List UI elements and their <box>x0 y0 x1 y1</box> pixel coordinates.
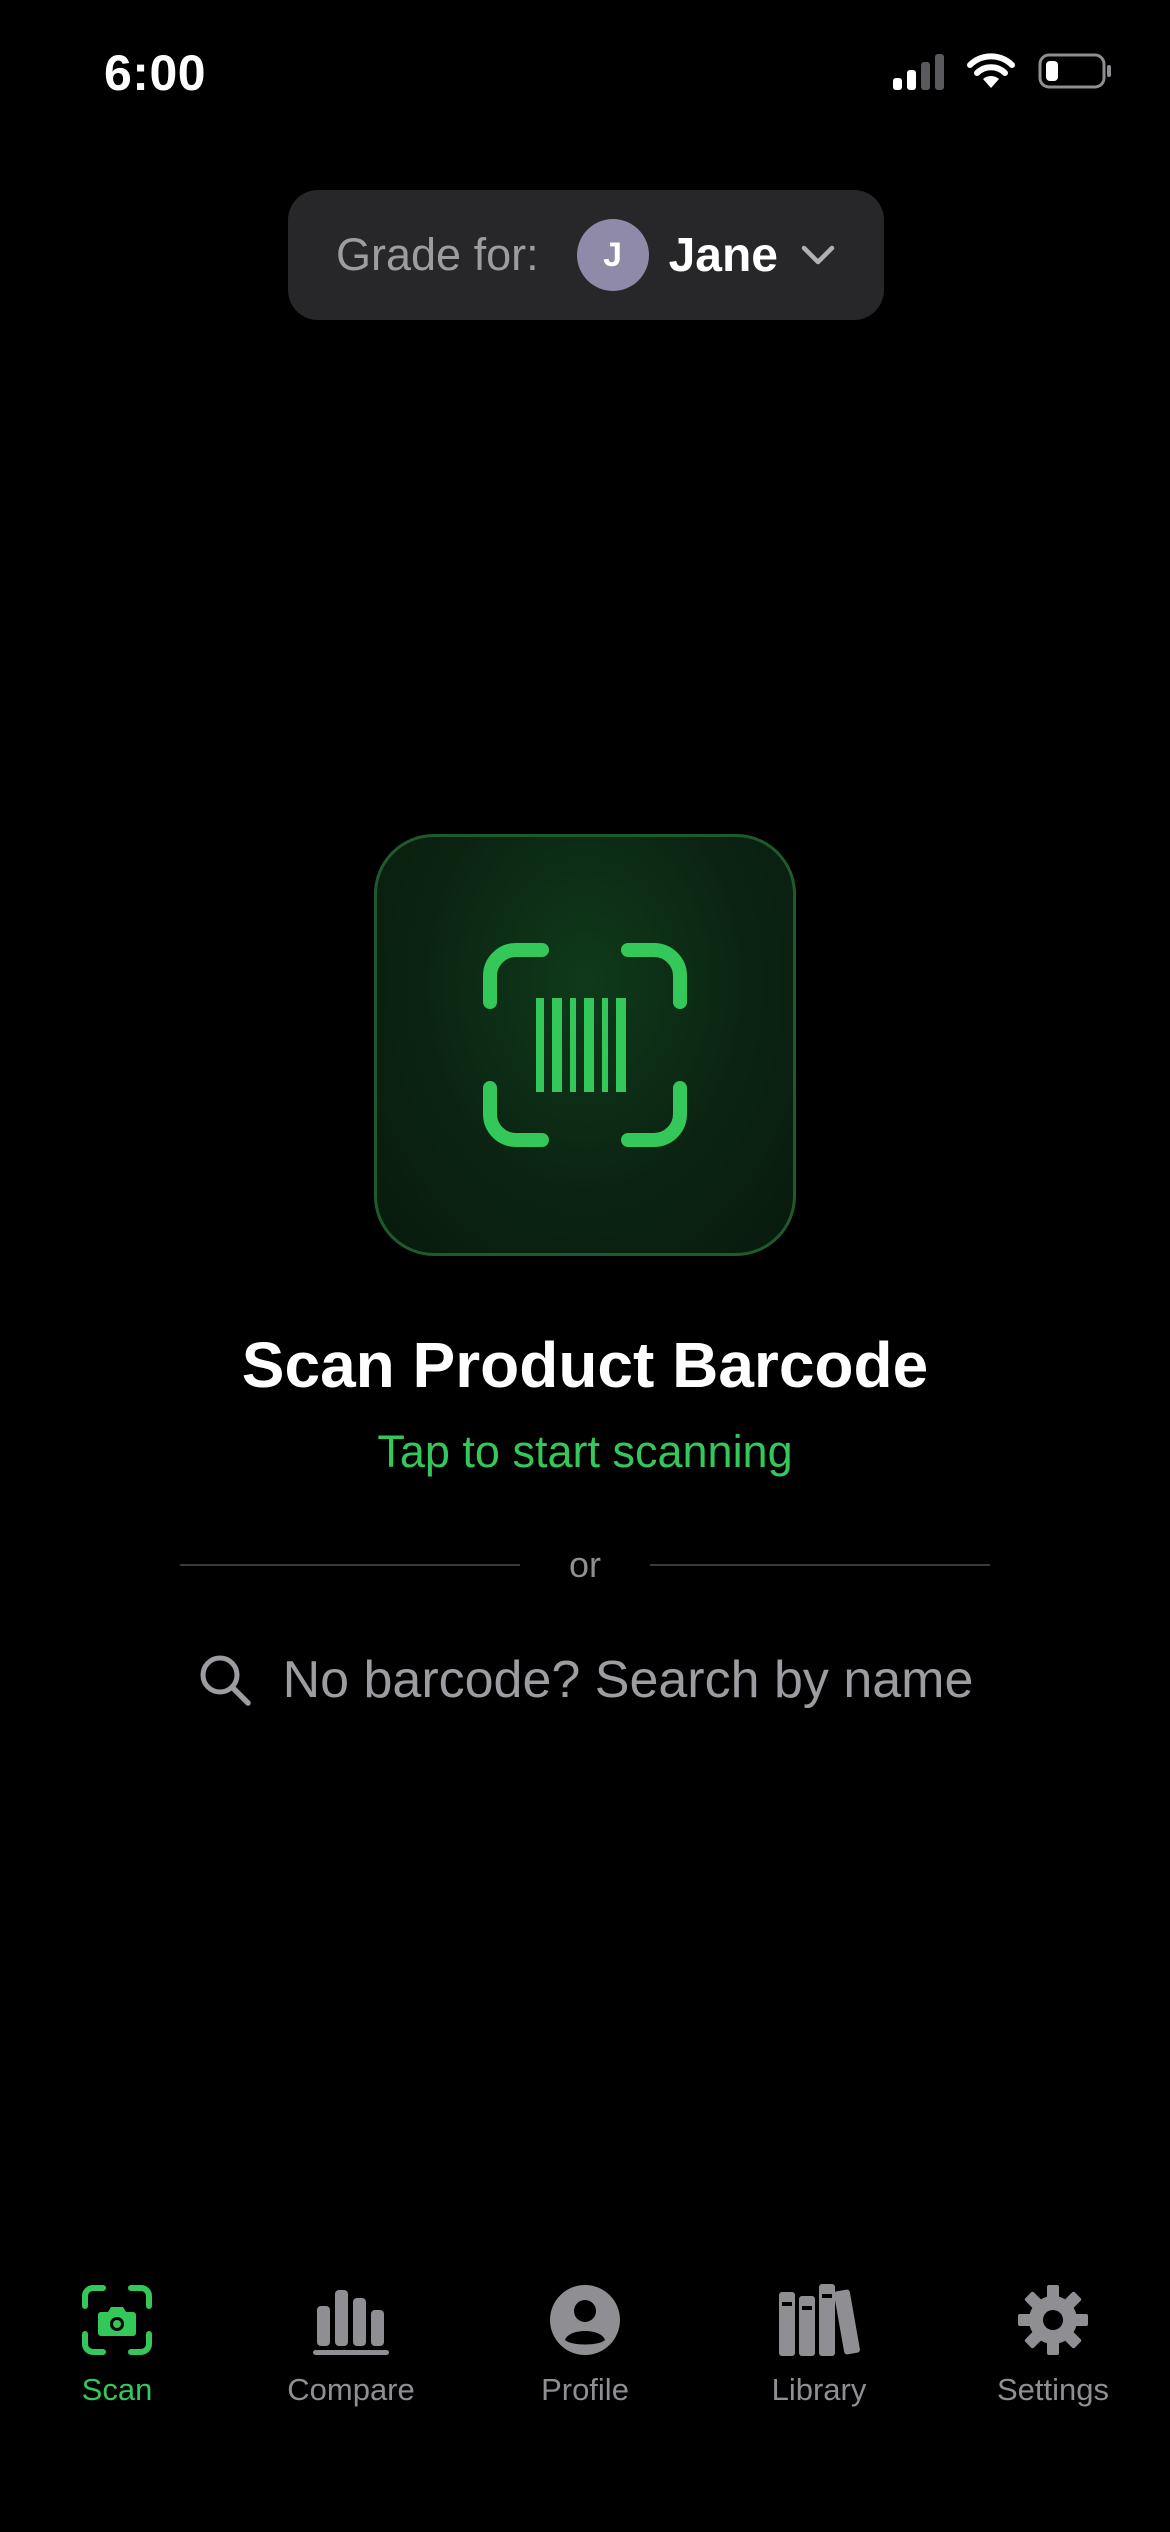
scan-subtitle[interactable]: Tap to start scanning <box>0 1426 1170 1478</box>
tab-profile[interactable]: Profile <box>468 2280 702 2440</box>
cellular-signal-icon <box>893 52 944 90</box>
camera-scan-icon <box>81 2280 153 2360</box>
grade-for-label: Grade for: <box>336 229 539 280</box>
search-icon <box>200 1655 251 1706</box>
battery-icon <box>1038 52 1114 90</box>
wifi-icon <box>966 52 1016 90</box>
avatar: J <box>576 219 649 291</box>
barcode-scan-icon <box>483 943 687 1147</box>
scan-title: Scan Product Barcode <box>241 1329 929 1401</box>
scan-screen: 6:00 Grade for: J Jane Scan Product Barc… <box>0 0 1170 2532</box>
search-by-name-button[interactable]: No barcode? Search by name <box>0 1640 1170 1720</box>
grade-for-selector[interactable]: Grade for: J Jane <box>288 190 884 320</box>
scan-button[interactable] <box>374 834 796 1256</box>
divider-line-right <box>650 1564 990 1566</box>
status-time: 6:00 <box>104 45 207 101</box>
tab-bar: Scan Compare Profile Library Settings <box>0 2280 1170 2440</box>
or-divider: or <box>180 1545 990 1585</box>
search-placeholder: No barcode? Search by name <box>282 1651 974 1709</box>
gear-icon <box>1016 2280 1090 2360</box>
tab-label: Settings <box>996 2372 1109 2407</box>
chevron-down-icon <box>800 244 836 266</box>
tab-label: Compare <box>287 2372 415 2407</box>
tab-label: Library <box>771 2372 867 2407</box>
tab-label: Scan <box>81 2372 153 2407</box>
tab-label: Profile <box>541 2372 629 2407</box>
selected-user-name: Jane <box>668 228 778 282</box>
status-icons <box>893 52 1114 90</box>
status-bar: 6:00 <box>0 0 1170 150</box>
books-icon <box>777 2280 861 2360</box>
tab-library[interactable]: Library <box>702 2280 936 2440</box>
bar-chart-icon <box>311 2280 391 2360</box>
tab-scan[interactable]: Scan <box>0 2280 234 2440</box>
tab-settings[interactable]: Settings <box>936 2280 1170 2440</box>
tab-compare[interactable]: Compare <box>234 2280 468 2440</box>
person-circle-icon <box>549 2280 621 2360</box>
